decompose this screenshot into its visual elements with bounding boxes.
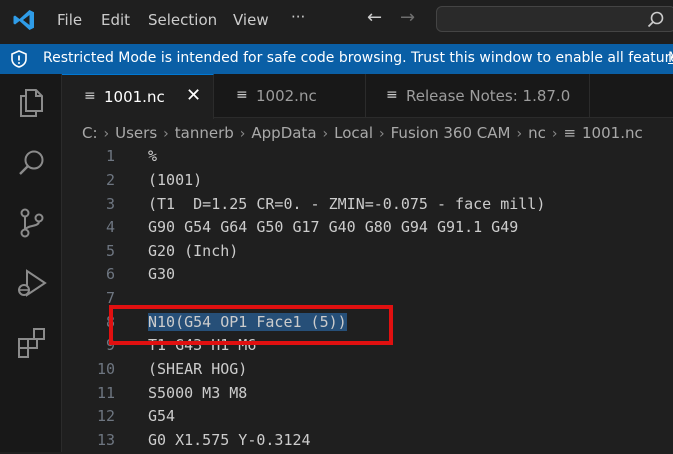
code-line: 3 (T1 D=1.25 CR=0. - ZMIN=-0.075 - face …	[62, 195, 673, 218]
code-text[interactable]: %	[148, 147, 157, 165]
code-text[interactable]: G30	[148, 265, 175, 283]
menu-selection[interactable]: Selection	[148, 11, 217, 29]
line-number: 13	[96, 431, 115, 449]
command-center-search[interactable]	[436, 6, 673, 32]
chevron-right-icon: ›	[379, 126, 385, 142]
code-text[interactable]: G90 G54 G64 G50 G17 G40 G80 G94 G91.1 G4…	[148, 218, 518, 236]
run-debug-icon[interactable]	[15, 266, 49, 300]
lines-file-icon: ≡	[236, 87, 248, 103]
tab-label: 1001.nc	[104, 88, 165, 106]
code-line: 2 (1001)	[62, 171, 673, 194]
code-line: 13 G0 X1.575 Y-0.3124	[62, 431, 673, 454]
extensions-icon[interactable]	[15, 326, 49, 360]
breadcrumb-item[interactable]: Local	[334, 124, 373, 142]
chevron-right-icon: ›	[163, 126, 169, 142]
editor-tab-bar: ≡ 1001.nc ✕ ≡ 1002.nc ≡ Release Notes: 1…	[62, 74, 673, 119]
tab-1002-nc[interactable]: ≡ 1002.nc	[214, 74, 366, 118]
search-icon	[647, 11, 664, 28]
forward-arrow-icon[interactable]: →	[400, 7, 415, 28]
breadcrumb-item[interactable]: AppData	[251, 124, 316, 142]
chevron-right-icon: ›	[239, 126, 246, 142]
breadcrumb-item[interactable]: nc	[528, 124, 546, 142]
breadcrumb: C: › Users › tannerb › AppData › Local › Fusion 36…	[82, 124, 643, 144]
lines-file-icon: ≡	[84, 88, 96, 104]
breadcrumb-item[interactable]: C:	[82, 124, 98, 142]
breadcrumb-item[interactable]: tannerb	[175, 124, 234, 142]
breadcrumb-item[interactable]: 1001.nc	[582, 124, 643, 142]
code-text[interactable]: G0 X1.575 Y-0.3124	[148, 431, 311, 449]
code-text[interactable]: (1001)	[148, 171, 202, 189]
line-number: 12	[96, 407, 115, 425]
line-number: 11	[96, 384, 115, 402]
menu-more[interactable]: ···	[291, 8, 305, 26]
restricted-mode-banner[interactable]: Restricted Mode is intended for safe cod…	[0, 44, 673, 74]
code-text[interactable]: (T1 D=1.25 CR=0. - ZMIN=-0.075 - face mi…	[148, 195, 545, 213]
menu-edit[interactable]: Edit	[101, 11, 130, 29]
activity-bar	[0, 74, 62, 452]
chevron-right-icon: ›	[322, 126, 329, 142]
line-number: 10	[96, 360, 115, 378]
line-number: 6	[105, 265, 115, 283]
code-text[interactable]: S5000 M3 M8	[148, 384, 247, 402]
code-text[interactable]: (SHEAR HOG)	[148, 360, 247, 378]
chevron-right-icon: ›	[103, 126, 110, 142]
banner-manage-link[interactable]: M	[668, 50, 673, 66]
source-control-icon[interactable]	[15, 206, 49, 240]
code-line: 6 G30	[62, 265, 673, 288]
code-text[interactable]: G20 (Inch)	[148, 242, 238, 260]
chevron-right-icon: ›	[551, 126, 558, 142]
annotation-highlight-box	[109, 305, 393, 345]
menu-view[interactable]: View	[233, 11, 269, 29]
code-line: 11 S5000 M3 M8	[62, 384, 673, 407]
code-text[interactable]: G54	[148, 407, 175, 425]
back-arrow-icon[interactable]: ←	[367, 7, 382, 28]
vscode-logo-icon	[13, 10, 34, 30]
title-bar: File Edit Selection View ··· ← →	[0, 0, 673, 40]
tab-label: Release Notes: 1.87.0	[406, 87, 571, 105]
line-number: 3	[105, 195, 115, 213]
line-number: 8	[105, 313, 115, 331]
line-number: 2	[105, 171, 115, 189]
code-line: 5 G20 (Inch)	[62, 242, 673, 265]
banner-message: Restricted Mode is intended for safe cod…	[43, 50, 673, 66]
code-line: 12 G54	[62, 407, 673, 430]
lines-file-icon: ≡	[386, 87, 398, 103]
code-editor[interactable]: 1 % 2 (1001) 3 (T1 D=1.25 CR=0. - ZMIN=-…	[62, 146, 673, 452]
tab-label: 1002.nc	[256, 87, 317, 105]
explorer-files-icon[interactable]	[15, 86, 49, 120]
search-icon[interactable]	[15, 146, 49, 180]
line-number: 1	[105, 147, 115, 165]
code-line: 1 %	[62, 147, 673, 170]
tab-release-notes[interactable]: ≡ Release Notes: 1.87.0	[366, 74, 590, 118]
code-line: 4 G90 G54 G64 G50 G17 G40 G80 G94 G91.1 …	[62, 218, 673, 241]
line-number: 9	[105, 336, 115, 354]
close-icon[interactable]: ✕	[186, 85, 201, 106]
line-number: 7	[105, 289, 115, 307]
tab-1001-nc[interactable]: ≡ 1001.nc ✕	[62, 74, 214, 119]
menu-file[interactable]: File	[57, 11, 82, 29]
breadcrumb-item[interactable]: Users	[115, 124, 157, 142]
shield-icon	[11, 50, 27, 68]
line-number: 5	[105, 242, 115, 260]
breadcrumb-item[interactable]: Fusion 360 CAM	[391, 124, 511, 142]
code-line: 10 (SHEAR HOG)	[62, 360, 673, 383]
chevron-right-icon: ›	[516, 126, 523, 142]
line-number: 4	[105, 218, 115, 236]
lines-file-icon: ≡	[563, 124, 577, 142]
